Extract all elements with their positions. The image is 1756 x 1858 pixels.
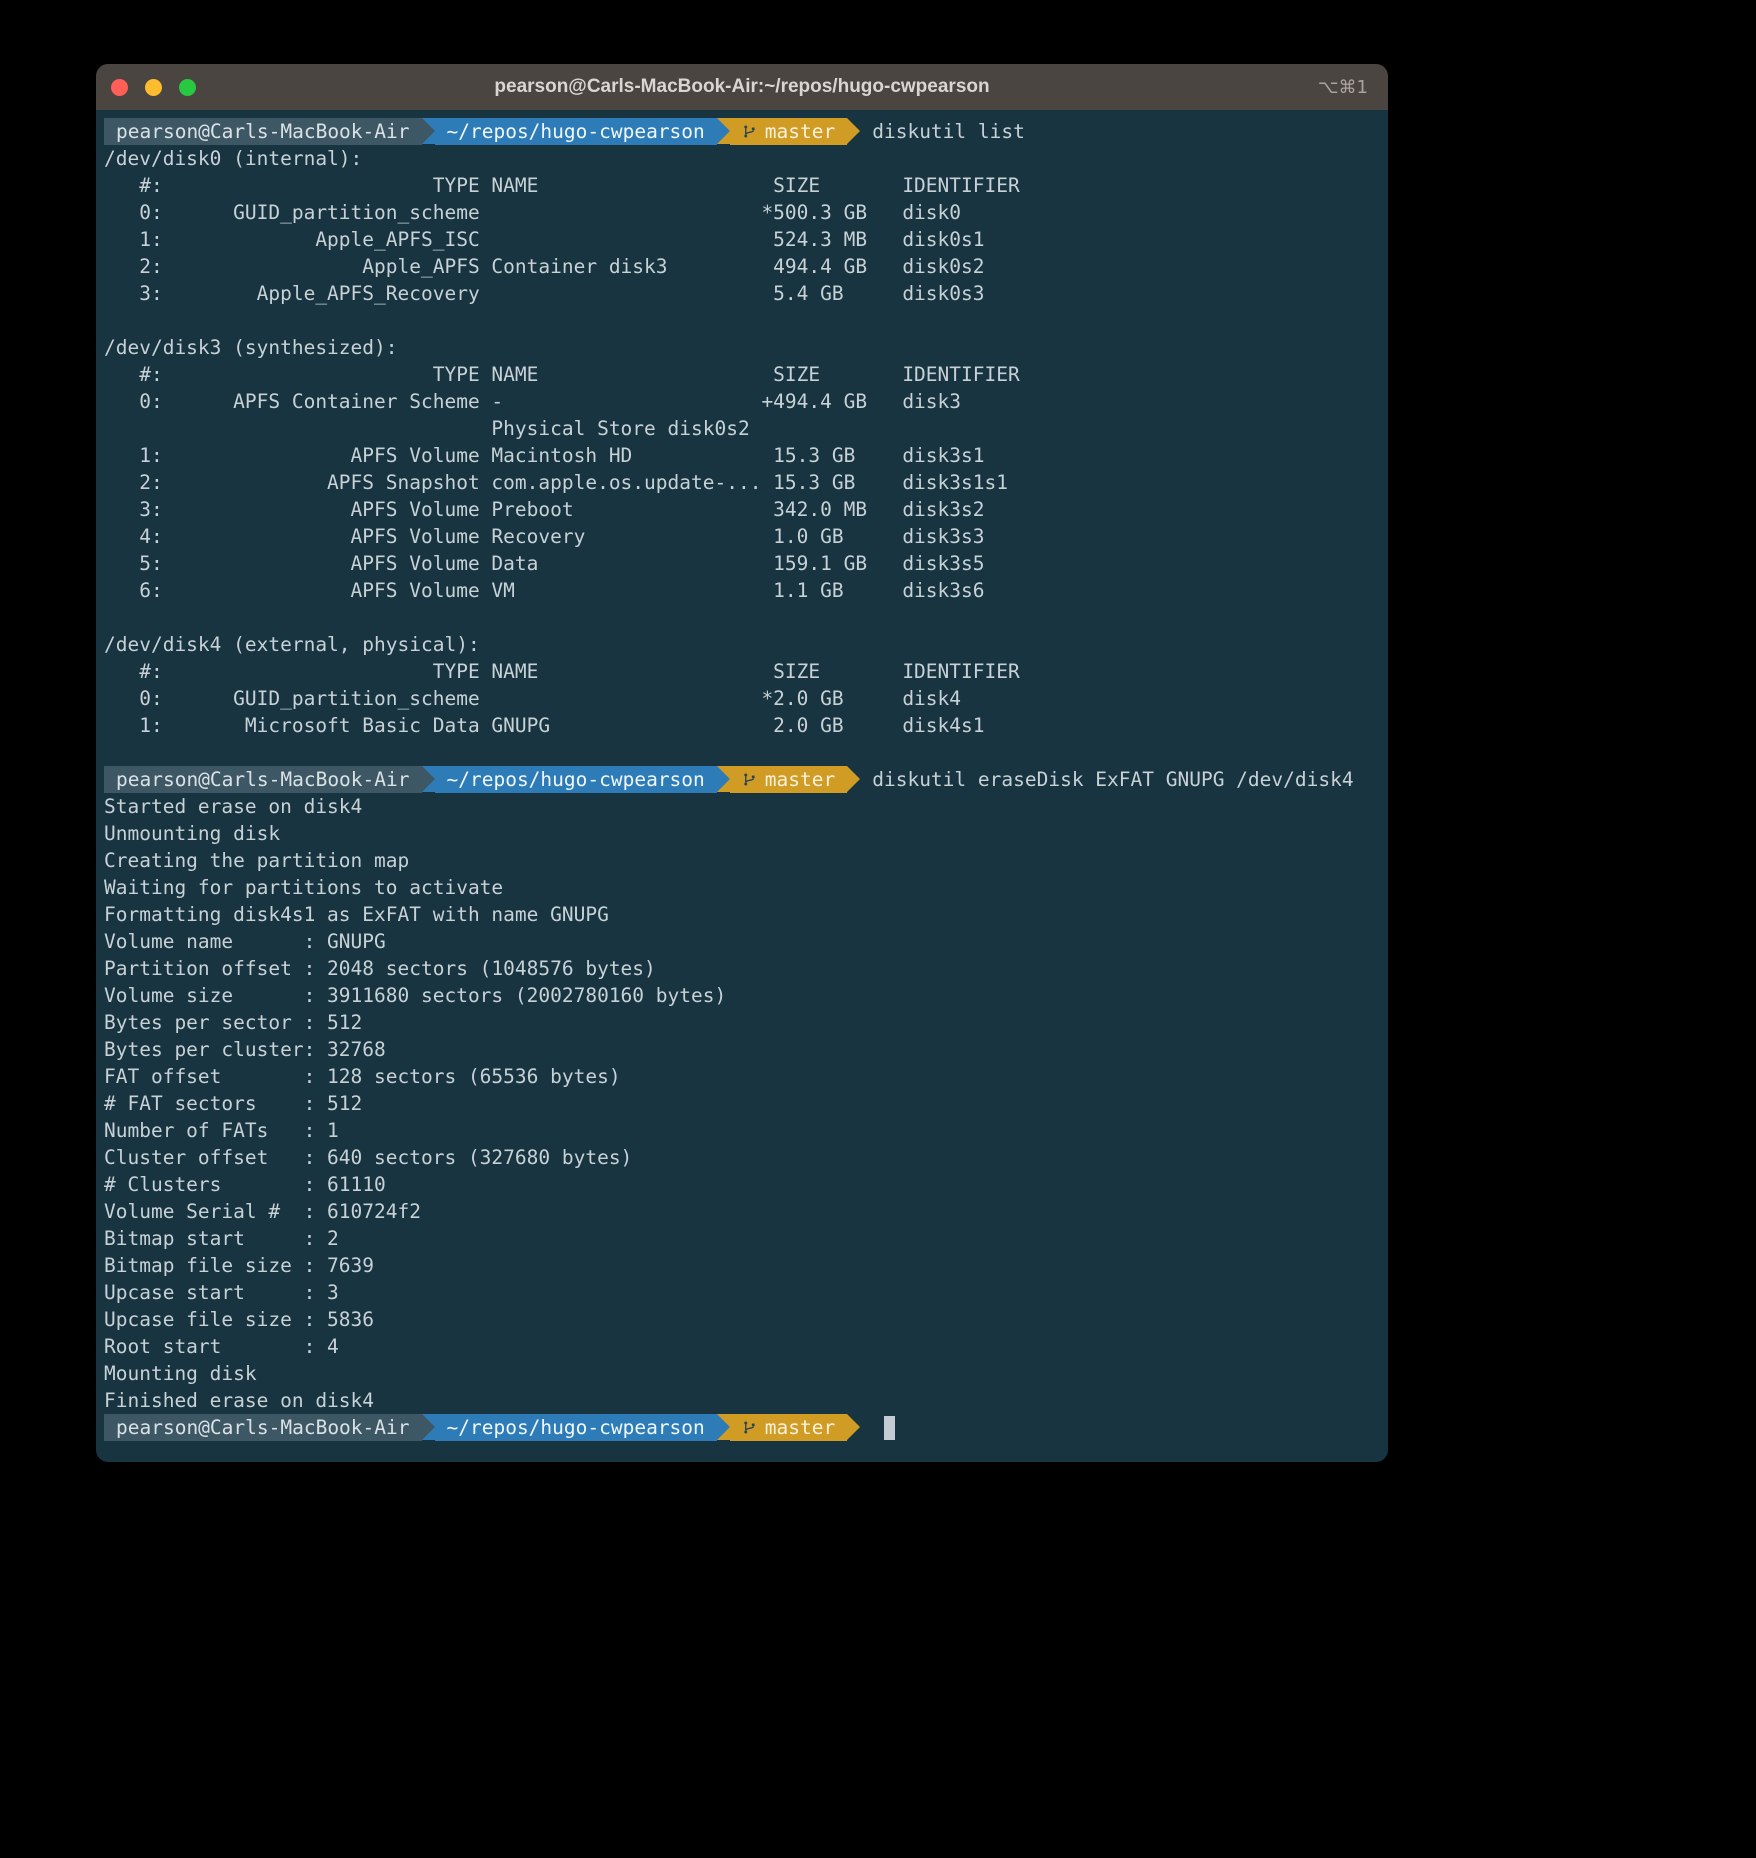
prompt-line: pearson@Carls-MacBook-Air ~/repos/hugo-c…	[104, 118, 1388, 145]
prompt-line: pearson@Carls-MacBook-Air ~/repos/hugo-c…	[104, 1414, 1388, 1441]
traffic-lights	[111, 79, 196, 96]
terminal-line: 3: APFS Volume Preboot 342.0 MB disk3s2	[104, 496, 1388, 523]
prompt-host-segment: pearson@Carls-MacBook-Air	[104, 766, 422, 793]
prompt-path-segment: ~/repos/hugo-cwpearson	[435, 118, 717, 145]
window-title: pearson@Carls-MacBook-Air:~/repos/hugo-c…	[96, 76, 1388, 98]
terminal-line: Unmounting disk	[104, 820, 1388, 847]
terminal-line: 1: Apple_APFS_ISC 524.3 MB disk0s1	[104, 226, 1388, 253]
tab-shortcut-label: ⌥⌘1	[1318, 77, 1368, 98]
powerline-arrow-icon	[847, 766, 860, 792]
zoom-button[interactable]	[179, 79, 196, 96]
terminal-line: Volume size : 3911680 sectors (200278016…	[104, 982, 1388, 1009]
terminal-line: Bytes per cluster: 32768	[104, 1036, 1388, 1063]
powerline-arrow-icon	[422, 766, 435, 792]
prompt-user-host: pearson@Carls-MacBook-Air	[116, 766, 410, 793]
terminal-line: Bitmap file size : 7639	[104, 1252, 1388, 1279]
minimize-button[interactable]	[145, 79, 162, 96]
terminal-line: Formatting disk4s1 as ExFAT with name GN…	[104, 901, 1388, 928]
git-branch-name: master	[765, 766, 835, 793]
powerline-arrow-icon	[717, 766, 730, 792]
prompt-path-segment: ~/repos/hugo-cwpearson	[435, 766, 717, 793]
prompt-git-segment: master	[730, 1414, 847, 1441]
terminal-line: 1: APFS Volume Macintosh HD 15.3 GB disk…	[104, 442, 1388, 469]
terminal-line: Partition offset : 2048 sectors (1048576…	[104, 955, 1388, 982]
terminal-line: Cluster offset : 640 sectors (327680 byt…	[104, 1144, 1388, 1171]
terminal-cursor	[884, 1416, 895, 1440]
terminal-line: 5: APFS Volume Data 159.1 GB disk3s5	[104, 550, 1388, 577]
powerline-arrow-icon	[422, 118, 435, 144]
git-branch-name: master	[765, 118, 835, 145]
terminal-line: Bitmap start : 2	[104, 1225, 1388, 1252]
close-button[interactable]	[111, 79, 128, 96]
prompt-host-segment: pearson@Carls-MacBook-Air	[104, 1414, 422, 1441]
terminal-line	[104, 307, 1388, 334]
terminal-line: #: TYPE NAME SIZE IDENTIFIER	[104, 172, 1388, 199]
terminal-line: 1: Microsoft Basic Data GNUPG 2.0 GB dis…	[104, 712, 1388, 739]
powerline-arrow-icon	[847, 1414, 860, 1440]
terminal-line: 2: Apple_APFS Container disk3 494.4 GB d…	[104, 253, 1388, 280]
terminal-line: # Clusters : 61110	[104, 1171, 1388, 1198]
terminal-line	[104, 604, 1388, 631]
terminal-content[interactable]: pearson@Carls-MacBook-Air ~/repos/hugo-c…	[96, 110, 1388, 1462]
terminal-line: Physical Store disk0s2	[104, 415, 1388, 442]
prompt-path: ~/repos/hugo-cwpearson	[447, 766, 705, 793]
powerline-arrow-icon	[847, 118, 860, 144]
command-text	[860, 1414, 872, 1441]
terminal-line: 0: GUID_partition_scheme *500.3 GB disk0	[104, 199, 1388, 226]
git-branch-name: master	[765, 1414, 835, 1441]
prompt-host-segment: pearson@Carls-MacBook-Air	[104, 118, 422, 145]
titlebar[interactable]: pearson@Carls-MacBook-Air:~/repos/hugo-c…	[96, 64, 1388, 110]
terminal-line: 6: APFS Volume VM 1.1 GB disk3s6	[104, 577, 1388, 604]
terminal-line: 4: APFS Volume Recovery 1.0 GB disk3s3	[104, 523, 1388, 550]
prompt-git-segment: master	[730, 118, 847, 145]
terminal-line: Volume name : GNUPG	[104, 928, 1388, 955]
git-branch-icon	[742, 1420, 757, 1435]
command-text: diskutil list	[860, 118, 1025, 145]
powerline-arrow-icon	[422, 1414, 435, 1440]
terminal-window: pearson@Carls-MacBook-Air:~/repos/hugo-c…	[96, 64, 1388, 1462]
terminal-line: Creating the partition map	[104, 847, 1388, 874]
terminal-line: /dev/disk0 (internal):	[104, 145, 1388, 172]
git-branch-icon	[742, 124, 757, 139]
terminal-line: #: TYPE NAME SIZE IDENTIFIER	[104, 361, 1388, 388]
prompt-user-host: pearson@Carls-MacBook-Air	[116, 1414, 410, 1441]
powerline-arrow-icon	[717, 118, 730, 144]
prompt-path: ~/repos/hugo-cwpearson	[447, 1414, 705, 1441]
terminal-line: 2: APFS Snapshot com.apple.os.update-...…	[104, 469, 1388, 496]
terminal-line: #: TYPE NAME SIZE IDENTIFIER	[104, 658, 1388, 685]
terminal-line: Finished erase on disk4	[104, 1387, 1388, 1414]
terminal-line: 3: Apple_APFS_Recovery 5.4 GB disk0s3	[104, 280, 1388, 307]
git-branch-icon	[742, 772, 757, 787]
terminal-line: Waiting for partitions to activate	[104, 874, 1388, 901]
command-text: diskutil eraseDisk ExFAT GNUPG /dev/disk…	[860, 766, 1353, 793]
prompt-line: pearson@Carls-MacBook-Air ~/repos/hugo-c…	[104, 766, 1388, 793]
terminal-line: Mounting disk	[104, 1360, 1388, 1387]
terminal-line: Bytes per sector : 512	[104, 1009, 1388, 1036]
terminal-line: Upcase file size : 5836	[104, 1306, 1388, 1333]
prompt-path: ~/repos/hugo-cwpearson	[447, 118, 705, 145]
terminal-line: Number of FATs : 1	[104, 1117, 1388, 1144]
prompt-git-segment: master	[730, 766, 847, 793]
terminal-line: 0: APFS Container Scheme - +494.4 GB dis…	[104, 388, 1388, 415]
terminal-line: 0: GUID_partition_scheme *2.0 GB disk4	[104, 685, 1388, 712]
terminal-line: # FAT sectors : 512	[104, 1090, 1388, 1117]
terminal-line: FAT offset : 128 sectors (65536 bytes)	[104, 1063, 1388, 1090]
desktop-background: { "window": { "title": "pearson@Carls-Ma…	[0, 0, 1756, 1858]
terminal-line	[104, 739, 1388, 766]
terminal-line: Root start : 4	[104, 1333, 1388, 1360]
terminal-line: Volume Serial # : 610724f2	[104, 1198, 1388, 1225]
prompt-user-host: pearson@Carls-MacBook-Air	[116, 118, 410, 145]
terminal-line: Started erase on disk4	[104, 793, 1388, 820]
prompt-path-segment: ~/repos/hugo-cwpearson	[435, 1414, 717, 1441]
powerline-arrow-icon	[717, 1414, 730, 1440]
terminal-line: /dev/disk4 (external, physical):	[104, 631, 1388, 658]
terminal-line: /dev/disk3 (synthesized):	[104, 334, 1388, 361]
terminal-line: Upcase start : 3	[104, 1279, 1388, 1306]
